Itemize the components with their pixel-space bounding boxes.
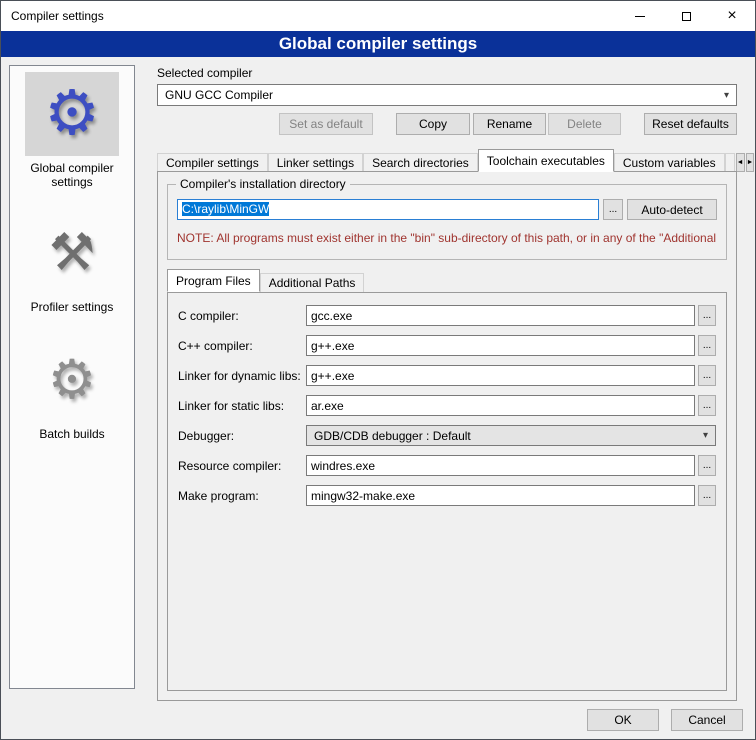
selected-text: C:\raylib\MinGW xyxy=(182,202,269,216)
debugger-select-value: GDB/CDB debugger : Default xyxy=(314,429,471,443)
sidebar-item-label: Global compiler settings xyxy=(10,161,134,189)
compiler-settings-window: Compiler settings × Global compiler sett… xyxy=(0,0,756,740)
toolchain-executables-panel: Compiler's installation directory C:\ray… xyxy=(157,171,737,701)
note-text: NOTE: All programs must exist either in … xyxy=(177,231,725,245)
form-row-debugger: Debugger: GDB/CDB debugger : Default ▾ xyxy=(178,425,716,446)
make-program-input[interactable] xyxy=(306,485,695,506)
browse-button[interactable]: ... xyxy=(698,335,716,356)
debugger-select[interactable]: GDB/CDB debugger : Default ▾ xyxy=(306,425,716,446)
page-title: Global compiler settings xyxy=(1,31,755,57)
main-content: Selected compiler GNU GCC Compiler ▾ Set… xyxy=(146,61,749,709)
set-as-default-button[interactable]: Set as default xyxy=(279,113,373,135)
auto-detect-button[interactable]: Auto-detect xyxy=(627,199,717,220)
subtab-strip: Program Files Additional Paths xyxy=(167,270,364,292)
sidebar: ⚙ Global compiler settings ⚒ Profiler se… xyxy=(9,65,135,689)
dynamic-linker-input[interactable] xyxy=(306,365,695,386)
compiler-select-value: GNU GCC Compiler xyxy=(165,88,273,102)
window-controls: × xyxy=(617,1,755,31)
compiler-select[interactable]: GNU GCC Compiler ▾ xyxy=(157,84,737,106)
copy-button[interactable]: Copy xyxy=(396,113,470,135)
static-linker-input[interactable] xyxy=(306,395,695,416)
installation-directory-input[interactable]: C:\raylib\MinGW xyxy=(177,199,599,220)
gear-icon: ⚙ xyxy=(48,353,96,407)
field-label: C compiler: xyxy=(178,309,306,323)
minimize-button[interactable] xyxy=(617,1,663,31)
installation-directory-row: C:\raylib\MinGW ... Auto-detect xyxy=(177,199,717,220)
tab-linker-settings[interactable]: Linker settings xyxy=(268,153,363,172)
form-row-c-compiler: C compiler: ... xyxy=(178,305,716,326)
gear-icon: ⚙ xyxy=(44,83,100,145)
chevron-down-icon: ▾ xyxy=(724,90,729,101)
scroll-right-icon: ► xyxy=(747,159,754,166)
subtab-additional-paths[interactable]: Additional Paths xyxy=(260,273,365,292)
form-row-cpp-compiler: C++ compiler: ... xyxy=(178,335,716,356)
tab-toolchain-executables[interactable]: Toolchain executables xyxy=(478,149,614,172)
titlebar[interactable]: Compiler settings × xyxy=(1,1,755,31)
chevron-down-icon: ▾ xyxy=(703,430,708,441)
field-label: C++ compiler: xyxy=(178,339,306,353)
field-label: Linker for static libs: xyxy=(178,399,306,413)
field-label: Resource compiler: xyxy=(178,459,306,473)
selected-compiler-label: Selected compiler xyxy=(157,66,252,80)
ok-button[interactable]: OK xyxy=(587,709,659,731)
tab-build-options[interactable]: Build options xyxy=(725,153,735,172)
minimize-icon xyxy=(635,16,645,17)
cpp-compiler-input[interactable] xyxy=(306,335,695,356)
program-files-panel: C compiler: ... C++ compiler: ... Linker… xyxy=(167,292,727,691)
tab-strip: Compiler settings Linker settings Search… xyxy=(157,149,737,172)
tab-scroll-right-button[interactable]: ► xyxy=(746,153,755,172)
tab-custom-variables[interactable]: Custom variables xyxy=(614,153,725,172)
cancel-button[interactable]: Cancel xyxy=(671,709,743,731)
sidebar-item-profiler-settings[interactable]: ⚒ Profiler settings xyxy=(10,211,134,314)
tab-search-directories[interactable]: Search directories xyxy=(363,153,478,172)
form-row-make-program: Make program: ... xyxy=(178,485,716,506)
tab-scroll-left-button[interactable]: ◄ xyxy=(736,153,745,172)
maximize-button[interactable] xyxy=(663,1,709,31)
browse-button[interactable]: ... xyxy=(698,395,716,416)
rename-button[interactable]: Rename xyxy=(473,113,546,135)
form-row-resource-compiler: Resource compiler: ... xyxy=(178,455,716,476)
field-label: Debugger: xyxy=(178,429,306,443)
hammer-icon: ⚒ xyxy=(49,227,96,279)
close-button[interactable]: × xyxy=(709,1,755,31)
field-label: Linker for dynamic libs: xyxy=(178,369,306,383)
icon-tile: ⚒ xyxy=(25,211,119,295)
field-label: Make program: xyxy=(178,489,306,503)
browse-button[interactable]: ... xyxy=(698,305,716,326)
browse-button[interactable]: ... xyxy=(698,455,716,476)
tab-compiler-settings[interactable]: Compiler settings xyxy=(157,153,268,172)
sidebar-item-batch-builds[interactable]: ⚙ Batch builds xyxy=(10,338,134,441)
c-compiler-input[interactable] xyxy=(306,305,695,326)
installation-directory-group: Compiler's installation directory C:\ray… xyxy=(167,184,727,260)
form-row-static-linker: Linker for static libs: ... xyxy=(178,395,716,416)
selected-item-highlight: ⚙ xyxy=(25,72,119,156)
close-icon: × xyxy=(727,8,736,24)
subtab-program-files[interactable]: Program Files xyxy=(167,269,260,292)
maximize-icon xyxy=(682,12,691,21)
reset-defaults-button[interactable]: Reset defaults xyxy=(644,113,737,135)
browse-button[interactable]: ... xyxy=(698,485,716,506)
window-title: Compiler settings xyxy=(1,9,104,23)
scroll-left-icon: ◄ xyxy=(737,159,744,166)
sidebar-item-label: Batch builds xyxy=(31,427,112,441)
browse-button[interactable]: ... xyxy=(698,365,716,386)
sidebar-item-global-compiler-settings[interactable]: ⚙ Global compiler settings xyxy=(10,72,134,189)
browse-directory-button[interactable]: ... xyxy=(603,199,623,220)
delete-button[interactable]: Delete xyxy=(548,113,621,135)
icon-tile: ⚙ xyxy=(25,338,119,422)
sidebar-item-label: Profiler settings xyxy=(23,300,122,314)
resource-compiler-input[interactable] xyxy=(306,455,695,476)
form-row-dynamic-linker: Linker for dynamic libs: ... xyxy=(178,365,716,386)
group-title: Compiler's installation directory xyxy=(176,177,350,191)
